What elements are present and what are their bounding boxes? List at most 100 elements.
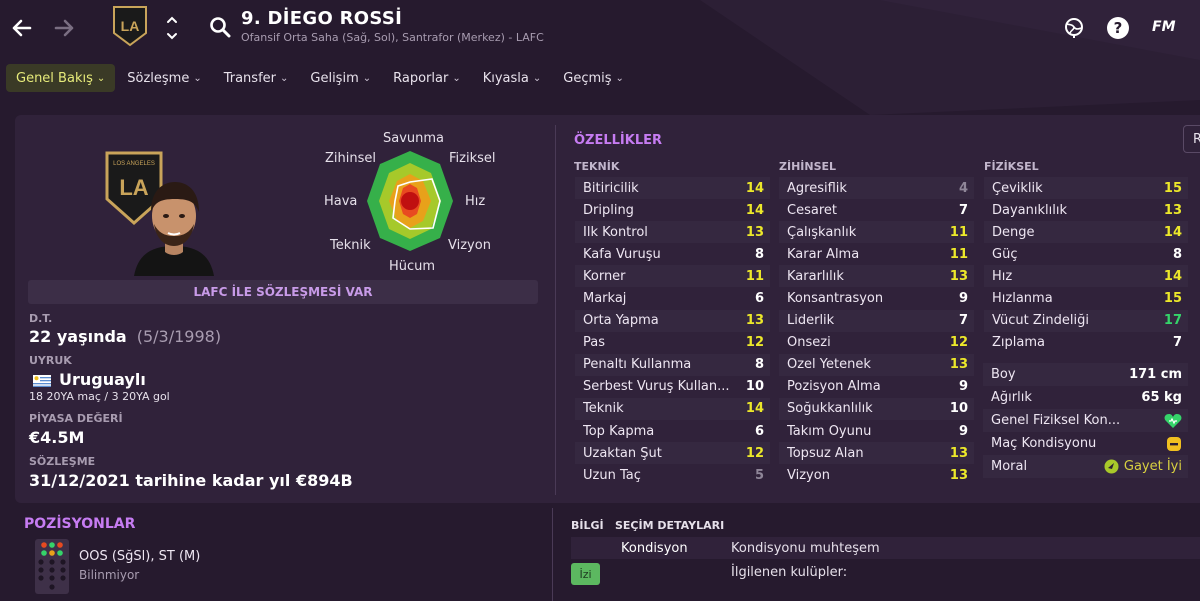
- tab-label: Raporlar: [393, 70, 449, 86]
- attribute-row[interactable]: Uzun Taç 5: [575, 464, 770, 486]
- attribute-name: Pas: [583, 335, 605, 351]
- player-photo: [134, 182, 214, 276]
- tab-info[interactable]: BİLGİ: [571, 519, 604, 532]
- attribute-row[interactable]: Teknik 14: [575, 397, 770, 421]
- tab-label: Geçmiş: [563, 70, 612, 86]
- attribute-row[interactable]: Vücut Zindeliği 17: [984, 309, 1188, 332]
- morale-row[interactable]: Moral Gayet İyi: [983, 455, 1188, 478]
- attribute-name: Teknik: [583, 401, 624, 417]
- attribute-value: 14: [745, 202, 764, 218]
- chevron-down-icon: ⌄: [96, 72, 106, 84]
- info-name: Boy: [991, 367, 1016, 382]
- attribute-row[interactable]: Agresiflik 4: [779, 177, 974, 200]
- attribute-row[interactable]: Özel Yetenek 13: [779, 353, 974, 376]
- side-button[interactable]: R: [1183, 125, 1200, 153]
- attribute-value: 13: [745, 313, 764, 329]
- info-row-label: Kondisyon: [621, 541, 688, 556]
- attribute-row[interactable]: Orta Yapma 13: [575, 309, 770, 332]
- attribute-row[interactable]: Kararlılık 13: [779, 265, 974, 288]
- svg-text:LA: LA: [121, 18, 140, 34]
- attribute-row[interactable]: Top Kapma 6: [575, 420, 770, 442]
- match-condition-row[interactable]: Maç Kondisyonu: [983, 432, 1188, 455]
- tab-sozlesme[interactable]: Sözleşme ⌄: [117, 64, 211, 92]
- attribute-row[interactable]: Bitiricilik 14: [575, 177, 770, 200]
- attribute-row[interactable]: Pas 12: [575, 332, 770, 354]
- tab-label: Kıyasla: [482, 70, 529, 86]
- chevron-down-icon: ⌄: [193, 72, 202, 84]
- attribute-row[interactable]: Cesaret 7: [779, 199, 974, 221]
- attribute-value: 8: [754, 246, 764, 262]
- attribute-row[interactable]: Liderlik 7: [779, 309, 974, 332]
- world-icon[interactable]: [1062, 16, 1086, 40]
- attribute-row[interactable]: Takım Oyunu 9: [779, 420, 974, 442]
- attribute-row[interactable]: Dripling 14: [575, 199, 770, 221]
- tab-kiyasla[interactable]: Kıyasla ⌄: [473, 64, 552, 92]
- attribute-name: Bitiricilik: [583, 180, 639, 196]
- attribute-row[interactable]: Korner 11: [575, 265, 770, 288]
- search-icon[interactable]: [209, 16, 231, 38]
- attribute-row[interactable]: Hızlanma 15: [984, 287, 1188, 309]
- contract-banner[interactable]: LAFC İLE SÖZLEŞMESİ VAR: [28, 280, 538, 304]
- attribute-value: 10: [949, 401, 968, 417]
- back-arrow-icon[interactable]: [8, 14, 36, 42]
- tab-gelisim[interactable]: Gelişim ⌄: [300, 64, 381, 92]
- attribute-row[interactable]: Denge 14: [984, 221, 1188, 244]
- tab-label: Gelişim: [310, 70, 359, 86]
- attribute-name: İlk Kontrol: [583, 224, 648, 240]
- forward-arrow-icon[interactable]: [50, 14, 78, 42]
- attribute-row[interactable]: Dayanıklılık 13: [984, 199, 1188, 221]
- attribute-row[interactable]: Karar Alma 11: [779, 243, 974, 265]
- chevron-down-icon: ⌄: [452, 72, 461, 84]
- tab-gecmis[interactable]: Geçmiş ⌄: [553, 64, 634, 92]
- attribute-name: Cesaret: [787, 202, 837, 218]
- attribute-name: Soğukkanlılık: [787, 401, 873, 417]
- attribute-value: 12: [745, 445, 764, 461]
- zihinsel-attributes: Agresiflik 4 Cesaret 7 Çalışkanlık 11 Karar…: [779, 177, 974, 486]
- dob-label: D.T.: [29, 312, 53, 325]
- club-crest-icon[interactable]: LA: [112, 5, 148, 47]
- tab-genel-bakis[interactable]: Genel Bakış ⌄: [6, 64, 116, 92]
- info-name: Genel Fiziksel Kon...: [991, 413, 1121, 428]
- attribute-row[interactable]: Vizyon 13: [779, 464, 974, 486]
- attribute-value: 13: [949, 445, 968, 461]
- fitness-row[interactable]: Genel Fiziksel Kon...: [983, 409, 1188, 432]
- attribute-row[interactable]: Soğukkanlılık 10: [779, 397, 974, 421]
- fm-logo[interactable]: FM: [1152, 19, 1176, 43]
- attribute-value: 13: [949, 268, 968, 284]
- attribute-row[interactable]: Zıplama 7: [984, 332, 1188, 354]
- attribute-row[interactable]: Topsuz Alan 13: [779, 442, 974, 465]
- attribute-row[interactable]: Pozisyon Alma 9: [779, 376, 974, 398]
- attribute-row[interactable]: Hız 14: [984, 265, 1188, 288]
- attribute-name: Liderlik: [787, 313, 835, 329]
- attribute-name: Çeviklik: [992, 180, 1043, 196]
- help-icon[interactable]: ?: [1106, 16, 1130, 40]
- attribute-row[interactable]: Önsezi 12: [779, 332, 974, 354]
- up-down-icon[interactable]: [165, 12, 179, 44]
- attribute-row[interactable]: Uzaktan Şut 12: [575, 442, 770, 465]
- position-pitch-icon[interactable]: [35, 539, 69, 594]
- attribute-value: 13: [745, 224, 764, 240]
- attribute-row[interactable]: Konsantrasyon 9: [779, 287, 974, 309]
- tab-selection-details[interactable]: SEÇİM DETAYLARI: [615, 519, 724, 532]
- attribute-row[interactable]: Kafa Vuruşu 8: [575, 243, 770, 265]
- teknik-header: TEKNİK: [574, 160, 620, 173]
- attribute-row[interactable]: Markaj 6: [575, 287, 770, 309]
- attribute-name: Top Kapma: [583, 423, 655, 439]
- attribute-row[interactable]: Çeviklik 15: [984, 177, 1188, 200]
- attribute-name: Vücut Zindeliği: [992, 313, 1089, 329]
- tab-raporlar[interactable]: Raporlar ⌄: [383, 64, 471, 92]
- radar-label-right: Hız: [465, 194, 486, 209]
- attribute-name: Orta Yapma: [583, 313, 659, 329]
- attribute-row[interactable]: Serbest Vuruş Kullan... 10: [575, 376, 770, 398]
- tab-transfer[interactable]: Transfer ⌄: [214, 64, 299, 92]
- info-row-interested-clubs: İlgilenen kulüpler:: [571, 561, 1200, 583]
- attribute-row[interactable]: İlk Kontrol 13: [575, 221, 770, 244]
- info-name: Ağırlık: [991, 390, 1032, 405]
- info-name: Moral: [991, 459, 1028, 474]
- attribute-row[interactable]: Penaltı Kullanma 8: [575, 353, 770, 376]
- attribute-row[interactable]: Güç 8: [984, 243, 1188, 265]
- nationality-value[interactable]: Uruguaylı: [33, 370, 146, 389]
- attribute-value: 11: [949, 246, 968, 262]
- attribute-row[interactable]: Çalışkanlık 11: [779, 221, 974, 244]
- panel-divider: [555, 125, 556, 495]
